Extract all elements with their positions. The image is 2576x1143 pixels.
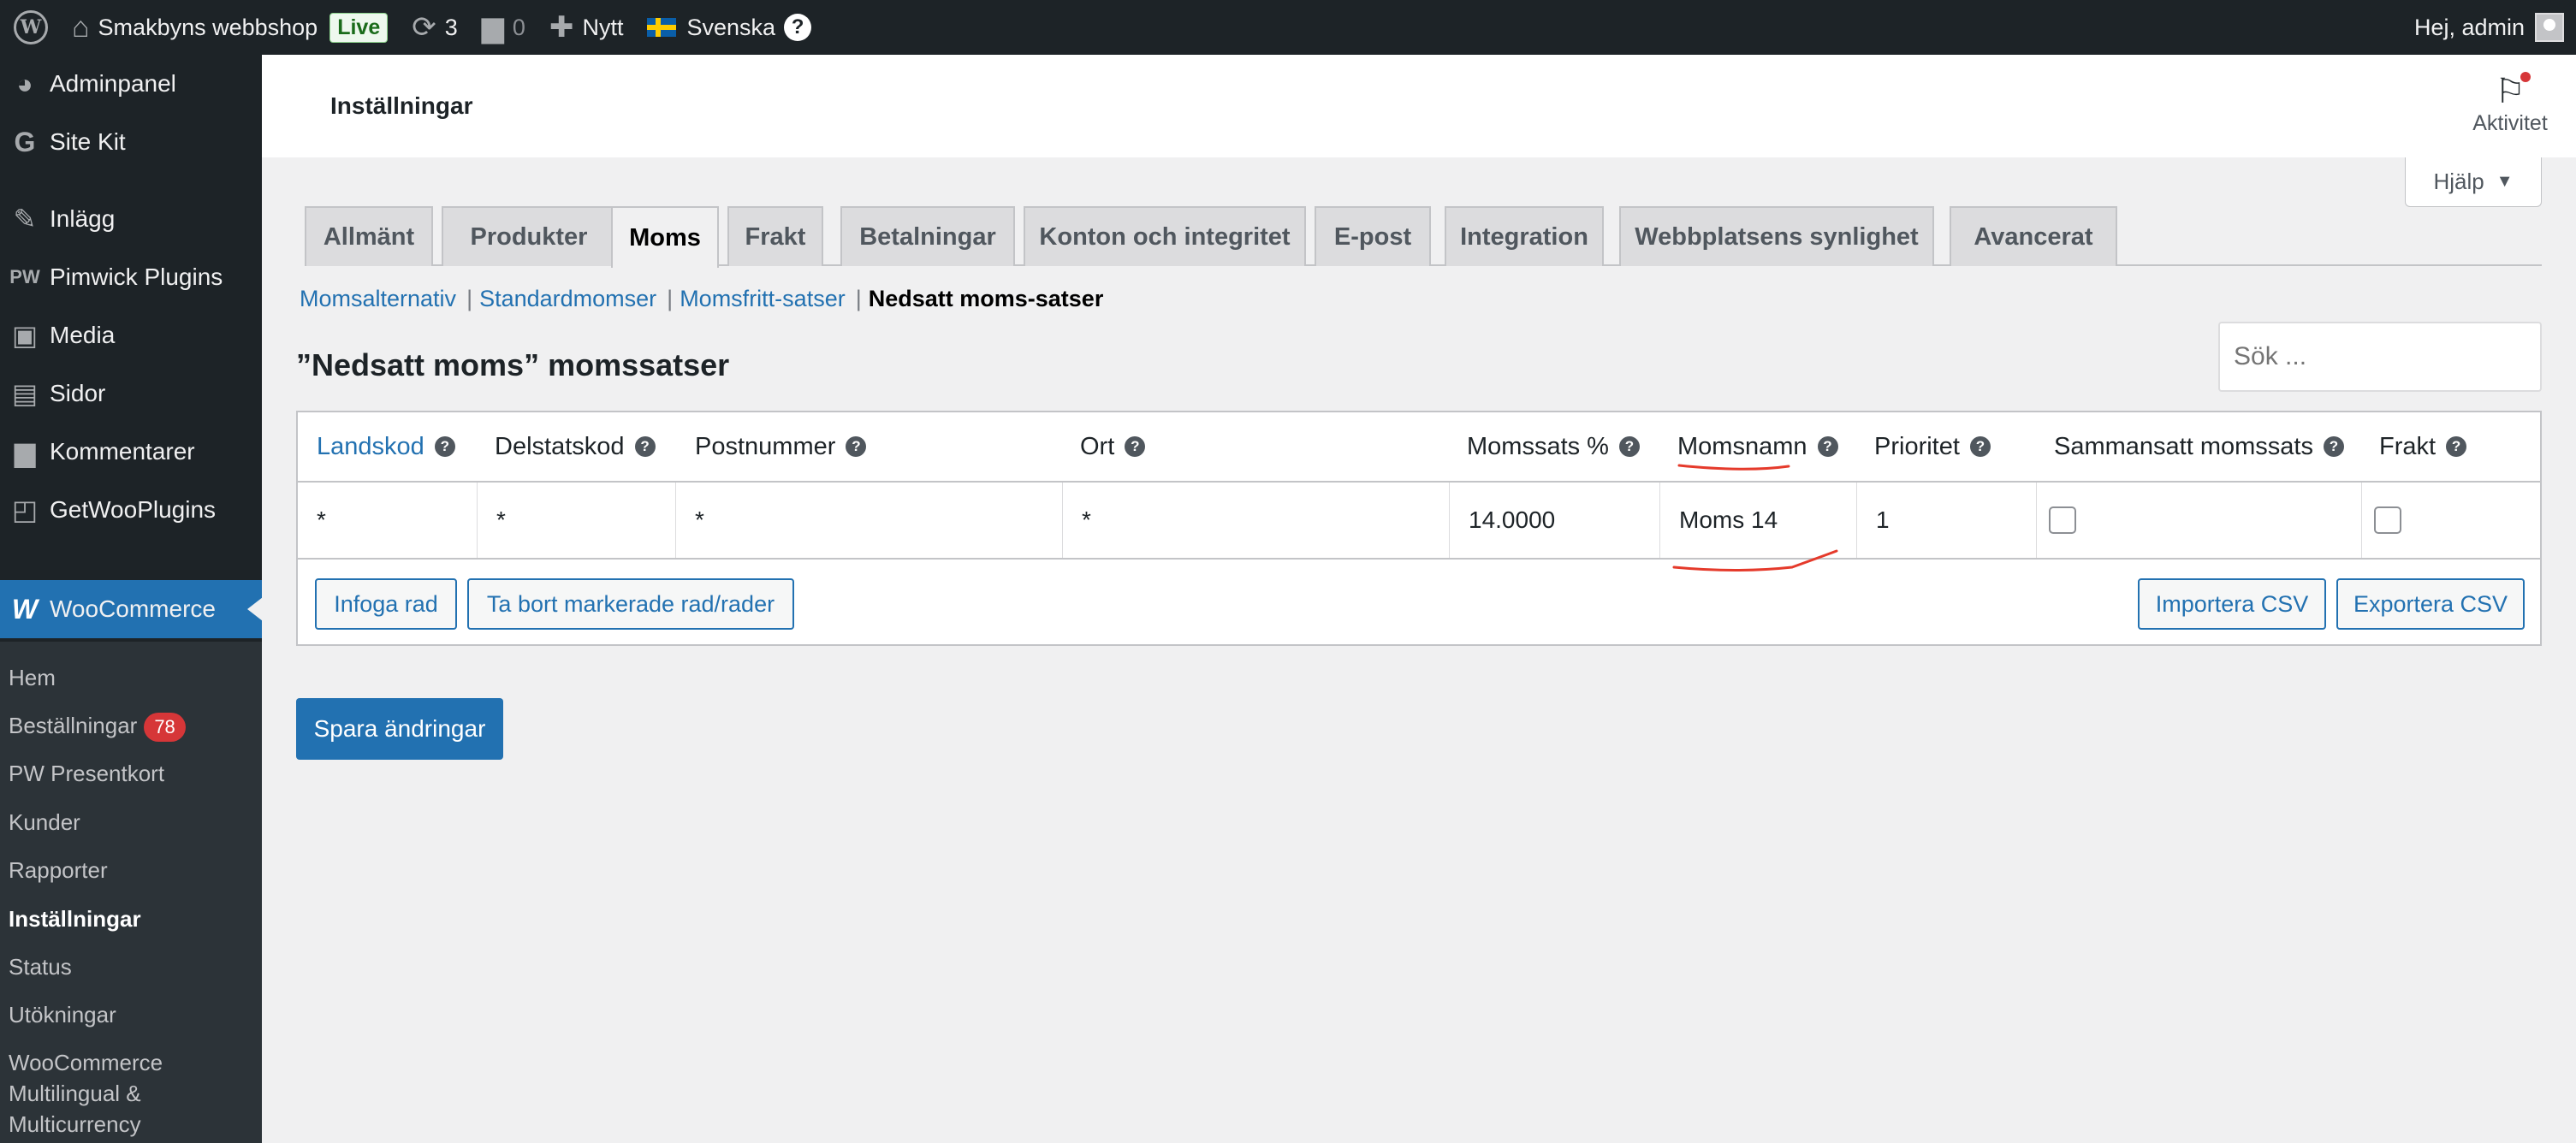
annotation-overlay bbox=[1672, 464, 1838, 572]
annotation-underline-cell bbox=[1672, 549, 1838, 572]
annotation-underline-header bbox=[1677, 464, 1790, 471]
